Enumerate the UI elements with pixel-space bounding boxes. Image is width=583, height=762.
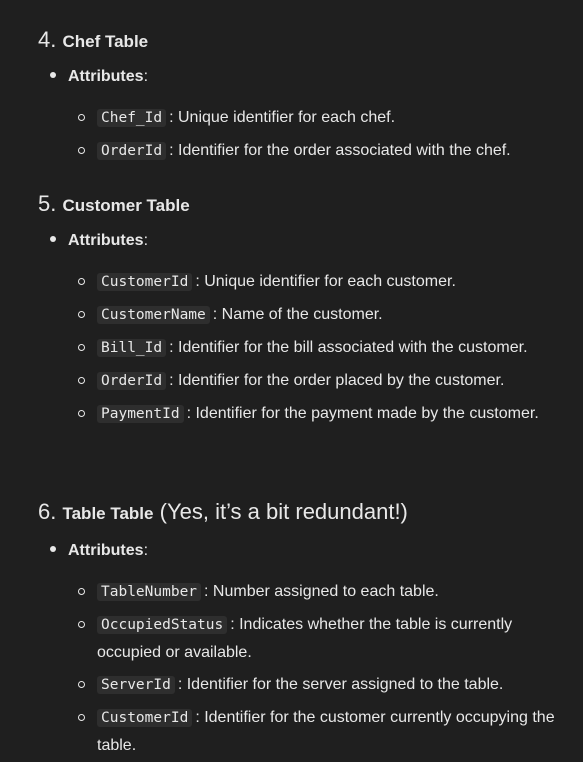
code-span: TableNumber — [97, 583, 202, 601]
code-span: PaymentId — [97, 405, 184, 423]
item-text: : Name of the customer. — [212, 306, 383, 323]
list-item: TableNumber: Number assigned to each tab… — [78, 578, 571, 606]
section-title-note: (Yes, it’s a bit redundant!) — [159, 499, 408, 524]
attribute-list: CustomerId: Unique identifier for each c… — [78, 268, 571, 433]
section-number: 6. — [38, 499, 57, 524]
code-span: OccupiedStatus — [97, 616, 228, 634]
circle-bullet-icon — [78, 311, 85, 318]
section-title: Customer Table — [62, 196, 190, 215]
code-span: CustomerName — [97, 306, 210, 324]
item-text: : Identifier for the bill associated wit… — [169, 339, 528, 356]
list-item: CustomerId: Identifier for the customer … — [78, 704, 571, 759]
circle-bullet-icon — [78, 344, 85, 351]
list-item: OrderId: Identifier for the order placed… — [78, 367, 571, 395]
list-item: PaymentId: Identifier for the payment ma… — [78, 400, 571, 428]
circle-bullet-icon — [78, 377, 85, 384]
section-title: Table Table — [62, 504, 154, 523]
circle-bullet-icon — [78, 621, 85, 628]
section-heading: 4. Chef Table — [38, 26, 571, 56]
list-item: OccupiedStatus: Indicates whether the ta… — [78, 611, 571, 666]
list-item: Chef_Id: Unique identifier for each chef… — [78, 104, 571, 132]
item-text: : Number assigned to each table. — [204, 583, 439, 600]
item-text: : Unique identifier for each chef. — [169, 109, 396, 126]
attribute-list: TableNumber: Number assigned to each tab… — [78, 578, 571, 762]
attributes-label-line: Attributes: — [50, 67, 148, 87]
section-heading: 6. Table Table (Yes, it’s a bit redundan… — [38, 498, 571, 528]
section-number: 4. — [38, 27, 57, 52]
list-item: ServerId: Identifier for the server assi… — [78, 671, 571, 699]
bullet-icon — [50, 545, 56, 552]
code-span: CustomerId — [97, 709, 193, 727]
circle-bullet-icon — [78, 278, 85, 285]
section-heading: 5. Customer Table — [38, 190, 571, 220]
list-item: CustomerName: Name of the customer. — [78, 301, 571, 329]
attributes-label: Attributes — [68, 68, 144, 85]
list-item: OrderId: Identifier for the order associ… — [78, 137, 571, 165]
circle-bullet-icon — [78, 681, 85, 688]
list-item: CustomerId: Unique identifier for each c… — [78, 268, 571, 296]
circle-bullet-icon — [78, 114, 85, 121]
circle-bullet-icon — [78, 147, 85, 154]
item-text: : Identifier for the payment made by the… — [186, 405, 539, 422]
item-text: : Identifier for the order placed by the… — [169, 372, 505, 389]
section-table-table: 6. Table Table (Yes, it’s a bit redundan… — [38, 498, 571, 528]
attribute-list: Chef_Id: Unique identifier for each chef… — [78, 104, 571, 170]
bullet-icon — [50, 235, 56, 242]
section-title: Chef Table — [62, 32, 149, 51]
code-span: OrderId — [97, 372, 167, 390]
attributes-label: Attributes — [68, 542, 144, 559]
item-text: : Unique identifier for each customer. — [195, 273, 456, 290]
code-span: ServerId — [97, 676, 175, 694]
attributes-label: Attributes — [68, 232, 144, 249]
item-text: : Identifier for the order associated wi… — [169, 142, 511, 159]
item-text: : Identifier for the server assigned to … — [177, 676, 504, 693]
attributes-label-line: Attributes: — [50, 541, 148, 561]
section-number: 5. — [38, 191, 57, 216]
section-customer-table: 5. Customer Table — [38, 190, 571, 220]
code-span: CustomerId — [97, 273, 193, 291]
list-item: Bill_Id: Identifier for the bill associa… — [78, 334, 571, 362]
section-chef-table: 4. Chef Table — [38, 26, 571, 56]
code-span: OrderId — [97, 142, 167, 160]
attributes-label-line: Attributes: — [50, 231, 148, 251]
circle-bullet-icon — [78, 410, 85, 417]
code-span: Bill_Id — [97, 339, 167, 357]
circle-bullet-icon — [78, 714, 85, 721]
code-span: Chef_Id — [97, 109, 167, 127]
circle-bullet-icon — [78, 588, 85, 595]
bullet-icon — [50, 71, 56, 78]
